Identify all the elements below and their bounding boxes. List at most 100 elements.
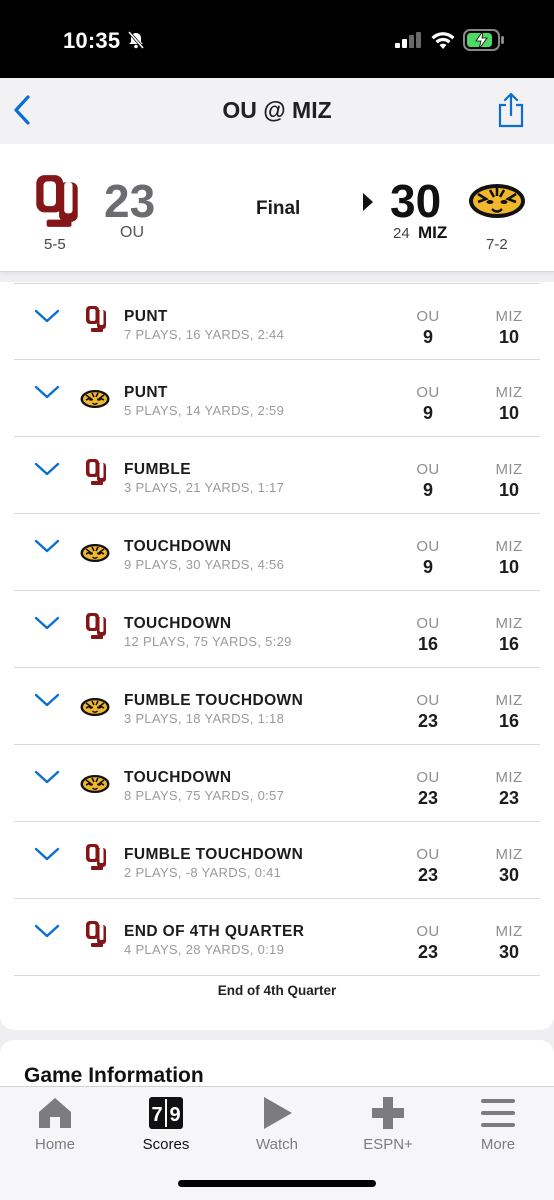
drive-detail: 3 PLAYS, 21 YARDS, 1:17 bbox=[124, 480, 285, 495]
away-drive-score: 23 bbox=[417, 711, 439, 731]
tab-label: ESPN+ bbox=[363, 1136, 413, 1153]
drive-result: FUMBLE TOUCHDOWN bbox=[124, 846, 304, 863]
battery-charging-icon bbox=[463, 29, 504, 51]
away-team-abbr: OU bbox=[120, 224, 144, 241]
house-icon bbox=[35, 1095, 75, 1131]
chevron-down-icon[interactable] bbox=[34, 308, 60, 324]
home-column-label: MIZ bbox=[495, 384, 523, 401]
home-column-label: MIZ bbox=[495, 923, 523, 940]
chevron-down-icon[interactable] bbox=[34, 615, 60, 631]
away-score: 23 bbox=[104, 175, 156, 227]
home-team-abbr: MIZ bbox=[418, 223, 448, 242]
home-drive-score: 10 bbox=[498, 327, 520, 347]
drive-detail: 9 PLAYS, 30 YARDS, 4:56 bbox=[124, 557, 285, 572]
page-title: OU @ MIZ bbox=[222, 97, 332, 123]
share-icon[interactable] bbox=[496, 92, 526, 128]
chevron-down-icon[interactable] bbox=[34, 923, 60, 939]
ou-logo-icon[interactable] bbox=[34, 172, 80, 230]
status-bar: 10:35 bbox=[0, 0, 554, 78]
home-column-label: MIZ bbox=[495, 615, 523, 632]
drive-row[interactable]: FUMBLE TOUCHDOWN 2 PLAYS, -8 YARDS, 0:41 O… bbox=[14, 822, 540, 899]
drive-result: TOUCHDOWN bbox=[124, 538, 232, 555]
away-column-label: OU bbox=[416, 461, 440, 478]
tab-label: More bbox=[480, 1136, 516, 1153]
tab-home[interactable]: Home bbox=[0, 1087, 110, 1157]
tab-label: Watch bbox=[256, 1136, 298, 1153]
svg-text:9: 9 bbox=[169, 1104, 180, 1126]
away-column-label: OU bbox=[416, 769, 440, 786]
game-information-title: Game Information bbox=[24, 1064, 204, 1087]
drive-detail: 3 PLAYS, 18 YARDS, 1:18 bbox=[124, 711, 285, 726]
ou-logo-icon bbox=[85, 458, 107, 486]
ou-logo-icon bbox=[85, 612, 107, 640]
drive-row[interactable]: FUMBLE 3 PLAYS, 21 YARDS, 1:17 OU MIZ 9 10 bbox=[14, 437, 540, 514]
drive-row[interactable]: TOUCHDOWN 9 PLAYS, 30 YARDS, 4:56 OU MIZ 9 10 bbox=[14, 514, 540, 591]
tab-watch[interactable]: Watch bbox=[222, 1087, 332, 1157]
score-header: 5-5 23 OU Final 30 24 MIZ 7-2 bbox=[0, 144, 554, 272]
home-score: 30 bbox=[390, 175, 442, 227]
chevron-down-icon[interactable] bbox=[34, 384, 60, 400]
away-drive-score: 23 bbox=[417, 788, 439, 808]
drive-detail: 7 PLAYS, 16 YARDS, 2:44 bbox=[124, 327, 285, 342]
mizzou-tiger-logo-icon bbox=[80, 389, 110, 409]
drive-row[interactable]: PUNT 7 PLAYS, 16 YARDS, 2:44 OU MIZ 9 10 bbox=[14, 283, 540, 360]
away-record: 5-5 bbox=[44, 236, 66, 253]
plus-icon bbox=[368, 1095, 408, 1131]
home-record: 7-2 bbox=[486, 236, 508, 253]
cellular-signal-icon bbox=[395, 32, 421, 48]
home-drive-score: 16 bbox=[498, 634, 520, 654]
mizzou-tiger-logo-icon[interactable] bbox=[468, 182, 526, 220]
away-drive-score: 23 bbox=[417, 865, 439, 885]
drive-row[interactable]: FUMBLE TOUCHDOWN 3 PLAYS, 18 YARDS, 1:18 O… bbox=[14, 668, 540, 745]
away-drive-score: 9 bbox=[422, 403, 433, 423]
tab-label: Scores bbox=[142, 1136, 190, 1153]
chevron-down-icon[interactable] bbox=[34, 461, 60, 477]
end-of-quarter-label: End of 4th Quarter bbox=[217, 983, 337, 998]
svg-text:7: 7 bbox=[151, 1104, 162, 1126]
away-drive-score: 9 bbox=[422, 480, 433, 500]
chevron-down-icon[interactable] bbox=[34, 538, 60, 554]
away-column-label: OU bbox=[416, 308, 440, 325]
away-column-label: OU bbox=[416, 538, 440, 555]
drive-result: TOUCHDOWN bbox=[124, 615, 232, 632]
drive-result: FUMBLE TOUCHDOWN bbox=[124, 692, 304, 709]
home-indicator bbox=[178, 1180, 376, 1187]
chevron-down-icon[interactable] bbox=[34, 846, 60, 862]
scoreboard-icon: 79 bbox=[146, 1095, 186, 1131]
drive-row[interactable]: END OF 4TH QUARTER 4 PLAYS, 28 YARDS, 0:1… bbox=[14, 899, 540, 976]
play-icon bbox=[257, 1095, 297, 1131]
home-drive-score: 30 bbox=[498, 942, 520, 962]
drive-row[interactable]: TOUCHDOWN 12 PLAYS, 75 YARDS, 5:29 OU MIZ 16… bbox=[14, 591, 540, 668]
wifi-icon bbox=[431, 32, 455, 49]
tab-label: Home bbox=[34, 1136, 75, 1153]
away-column-label: OU bbox=[416, 692, 440, 709]
game-status: Final bbox=[256, 198, 301, 219]
home-column-label: MIZ bbox=[495, 538, 523, 555]
drive-row[interactable]: PUNT 5 PLAYS, 14 YARDS, 2:59 OU MIZ 9 10 bbox=[14, 360, 540, 437]
chevron-down-icon[interactable] bbox=[34, 769, 60, 785]
home-drive-score: 16 bbox=[498, 711, 520, 731]
menu-icon bbox=[478, 1095, 518, 1131]
drive-result: TOUCHDOWN bbox=[124, 769, 232, 786]
tab-espn[interactable]: ESPN+ bbox=[333, 1087, 443, 1157]
home-drive-score: 10 bbox=[498, 557, 520, 577]
away-column-label: OU bbox=[416, 615, 440, 632]
drive-detail: 8 PLAYS, 75 YARDS, 0:57 bbox=[124, 788, 285, 803]
home-column-label: MIZ bbox=[495, 461, 523, 478]
drives-list: End of 4th Quarter PUNT 7 PLAYS, 16 YARDS… bbox=[0, 282, 554, 1030]
ou-logo-icon bbox=[85, 920, 107, 948]
nav-bar: OU @ MIZ bbox=[0, 78, 554, 144]
away-column-label: OU bbox=[416, 923, 440, 940]
drive-row[interactable]: TOUCHDOWN 8 PLAYS, 75 YARDS, 0:57 OU MIZ 23 2… bbox=[14, 745, 540, 822]
tab-scores[interactable]: 7 9 Scores bbox=[111, 1087, 221, 1157]
mizzou-tiger-logo-icon bbox=[80, 543, 110, 563]
home-column-label: MIZ bbox=[495, 846, 523, 863]
ou-logo-icon bbox=[85, 843, 107, 871]
tab-more[interactable]: More bbox=[443, 1087, 553, 1157]
chevron-down-icon[interactable] bbox=[34, 692, 60, 708]
winner-arrow-icon bbox=[363, 193, 373, 211]
mizzou-tiger-logo-icon bbox=[80, 774, 110, 794]
status-time: 10:35 bbox=[63, 28, 121, 53]
drive-result: PUNT bbox=[124, 308, 168, 325]
home-drive-score: 10 bbox=[498, 403, 520, 423]
